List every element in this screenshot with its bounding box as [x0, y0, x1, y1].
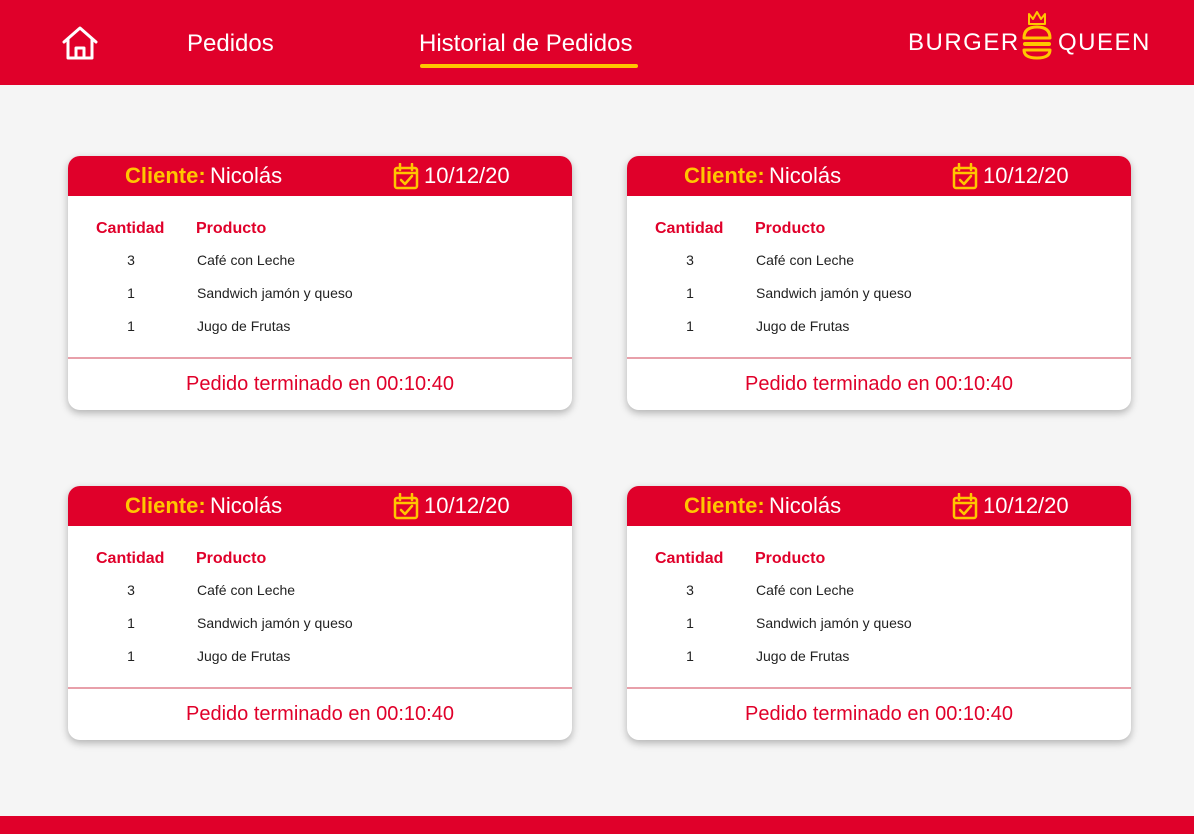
quantity-column-header: Cantidad: [96, 220, 165, 237]
item-product: Café con Leche: [197, 582, 296, 598]
calendar-check-icon: [952, 493, 978, 520]
item-product: Sandwich jamón y queso: [756, 615, 912, 631]
nav-historial-link[interactable]: Historial de Pedidos: [419, 28, 632, 60]
order-date: 10/12/20: [424, 493, 510, 518]
order-date: 10/12/20: [983, 493, 1069, 518]
burger-crown-icon: [1022, 11, 1052, 60]
nav-pedidos-link[interactable]: Pedidos: [187, 28, 274, 60]
order-card[interactable]: Cliente: Nicolás 10/12/20 Cantidad Producto 3…: [627, 486, 1131, 740]
logo-text-queen: QUEEN: [1058, 29, 1151, 56]
product-column-header: Producto: [755, 220, 826, 237]
quantity-column-header: Cantidad: [655, 220, 724, 237]
calendar-check-icon: [393, 163, 419, 190]
card-divider: [68, 687, 572, 689]
item-quantity: 3: [686, 582, 694, 598]
client-label: Cliente:: [125, 163, 206, 188]
item-quantity: 3: [127, 252, 135, 268]
item-quantity: 1: [686, 615, 694, 631]
product-column-header: Producto: [755, 550, 826, 567]
order-card[interactable]: Cliente: Nicolás 10/12/20 Cantidad Producto 3…: [68, 486, 572, 740]
item-quantity: 1: [127, 285, 135, 301]
item-product: Café con Leche: [197, 252, 296, 268]
item-quantity: 1: [686, 285, 694, 301]
order-card-header: Cliente: Nicolás 10/12/20: [627, 486, 1131, 526]
client-name: Nicolás: [210, 493, 283, 518]
item-quantity: 1: [686, 648, 694, 664]
home-icon: [62, 26, 98, 60]
active-tab-indicator: [420, 64, 638, 68]
item-quantity: 1: [127, 615, 135, 631]
item-quantity: 3: [127, 582, 135, 598]
order-date: 10/12/20: [983, 163, 1069, 188]
item-product: Jugo de Frutas: [756, 318, 850, 334]
order-date: 10/12/20: [424, 163, 510, 188]
calendar-check-icon: [393, 493, 419, 520]
order-card-header: Cliente: Nicolás 10/12/20: [68, 156, 572, 196]
logo-text-burger: BURGER: [908, 29, 1020, 56]
quantity-column-header: Cantidad: [96, 550, 165, 567]
item-quantity: 1: [127, 318, 135, 334]
top-nav-bar: Pedidos Historial de Pedidos BURGER QUEE…: [0, 0, 1194, 85]
item-product: Café con Leche: [756, 582, 855, 598]
order-card[interactable]: Cliente: Nicolás 10/12/20 Cantidad Producto 3…: [627, 156, 1131, 410]
order-card[interactable]: Cliente: Nicolás 10/12/20 Cantidad Producto 3…: [68, 156, 572, 410]
card-divider: [627, 357, 1131, 359]
order-completed-text: Pedido terminado en 00:10:40: [745, 373, 1013, 395]
item-product: Sandwich jamón y queso: [756, 285, 912, 301]
quantity-column-header: Cantidad: [655, 550, 724, 567]
item-product: Jugo de Frutas: [197, 648, 291, 664]
item-product: Jugo de Frutas: [756, 648, 850, 664]
item-quantity: 1: [686, 318, 694, 334]
bottom-bar: [0, 816, 1194, 834]
client-name: Nicolás: [769, 493, 842, 518]
order-completed-text: Pedido terminado en 00:10:40: [186, 703, 454, 725]
order-card-header: Cliente: Nicolás 10/12/20: [68, 486, 572, 526]
item-quantity: 1: [127, 648, 135, 664]
item-product: Sandwich jamón y queso: [197, 615, 353, 631]
client-name: Nicolás: [769, 163, 842, 188]
item-quantity: 3: [686, 252, 694, 268]
card-divider: [627, 687, 1131, 689]
product-column-header: Producto: [196, 550, 267, 567]
burger-queen-logo: BURGER QUEEN: [908, 10, 1152, 62]
client-label: Cliente:: [684, 163, 765, 188]
client-name: Nicolás: [210, 163, 283, 188]
product-column-header: Producto: [196, 220, 267, 237]
client-label: Cliente:: [125, 493, 206, 518]
order-card-header: Cliente: Nicolás 10/12/20: [627, 156, 1131, 196]
home-button[interactable]: [60, 24, 100, 62]
order-completed-text: Pedido terminado en 00:10:40: [186, 373, 454, 395]
item-product: Sandwich jamón y queso: [197, 285, 353, 301]
order-completed-text: Pedido terminado en 00:10:40: [745, 703, 1013, 725]
item-product: Café con Leche: [756, 252, 855, 268]
card-divider: [68, 357, 572, 359]
calendar-check-icon: [952, 163, 978, 190]
item-product: Jugo de Frutas: [197, 318, 291, 334]
client-label: Cliente:: [684, 493, 765, 518]
